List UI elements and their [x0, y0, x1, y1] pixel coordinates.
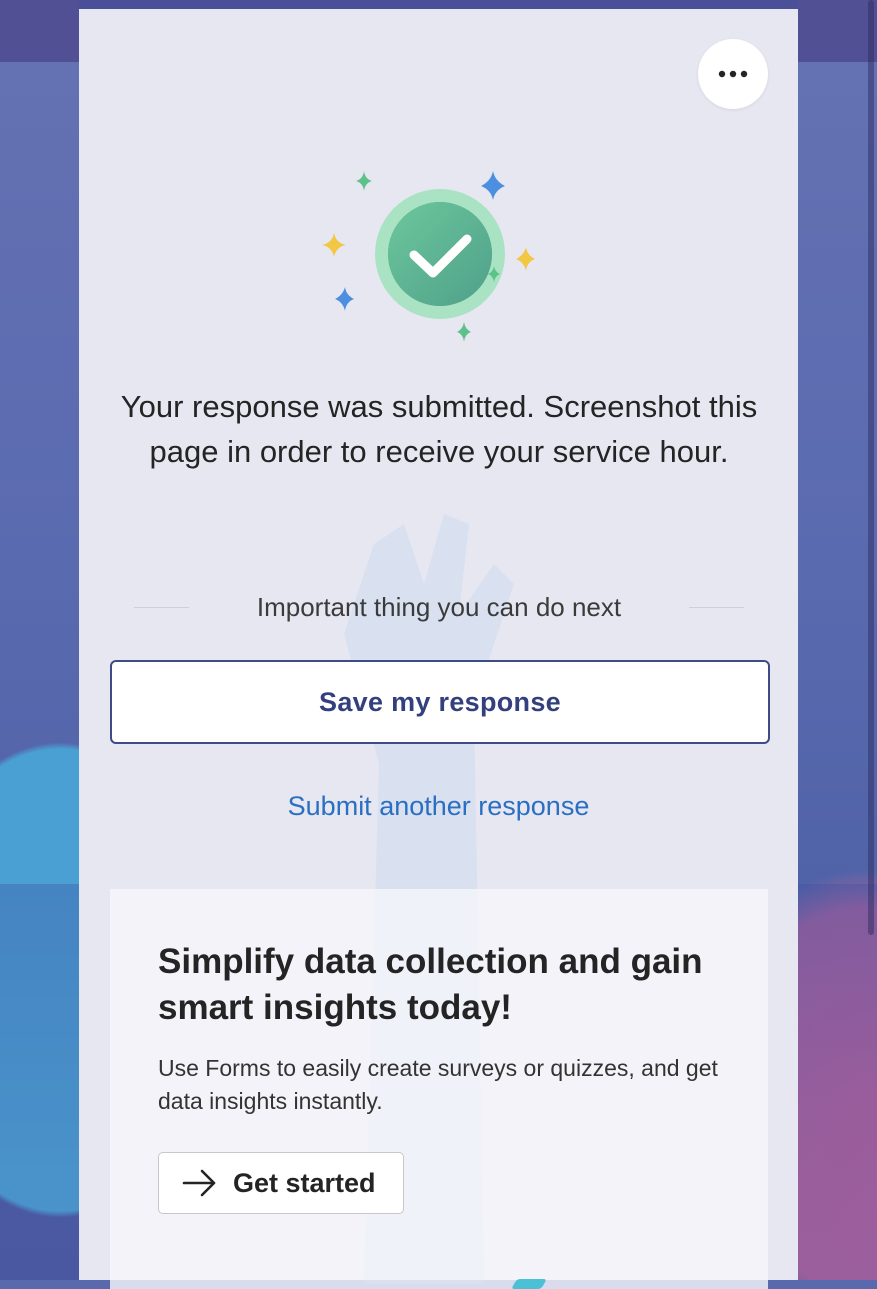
forms-promo-panel: Simplify data collection and gain smart … [110, 889, 768, 1289]
confirmation-message: Your response was submitted. Screenshot … [120, 389, 758, 469]
promo-description: Use Forms to easily create surveys or qu… [158, 1055, 718, 1114]
more-options-button[interactable] [698, 39, 768, 109]
arrow-right-icon [182, 1169, 216, 1197]
promo-title: Simplify data collection and gain smart … [158, 942, 703, 1027]
get-started-button[interactable]: Get started [158, 1152, 404, 1214]
sparkle-icon [481, 171, 505, 200]
sparkle-icon [356, 171, 372, 191]
sparkle-icon [335, 287, 354, 311]
divider-line-left [134, 606, 189, 608]
more-options-icon [718, 70, 748, 78]
scrollbar-thumb[interactable] [868, 0, 874, 935]
promo-illustration-fragment [511, 1279, 547, 1289]
next-steps-divider: Important thing you can do next [134, 587, 744, 627]
next-steps-label: Important thing you can do next [256, 591, 622, 622]
sparkle-icon [322, 233, 346, 257]
get-started-label: Get started [233, 1167, 376, 1198]
sparkle-icon [457, 322, 471, 342]
divider-line-right [689, 606, 744, 608]
success-illustration [322, 171, 535, 342]
form-confirmation-card: Your response was submitted. Screenshot … [79, 0, 798, 1289]
sparkle-icon [516, 247, 535, 271]
save-response-button[interactable]: Save my response [110, 660, 770, 744]
submit-another-response-link[interactable]: Submit another response [79, 791, 798, 822]
